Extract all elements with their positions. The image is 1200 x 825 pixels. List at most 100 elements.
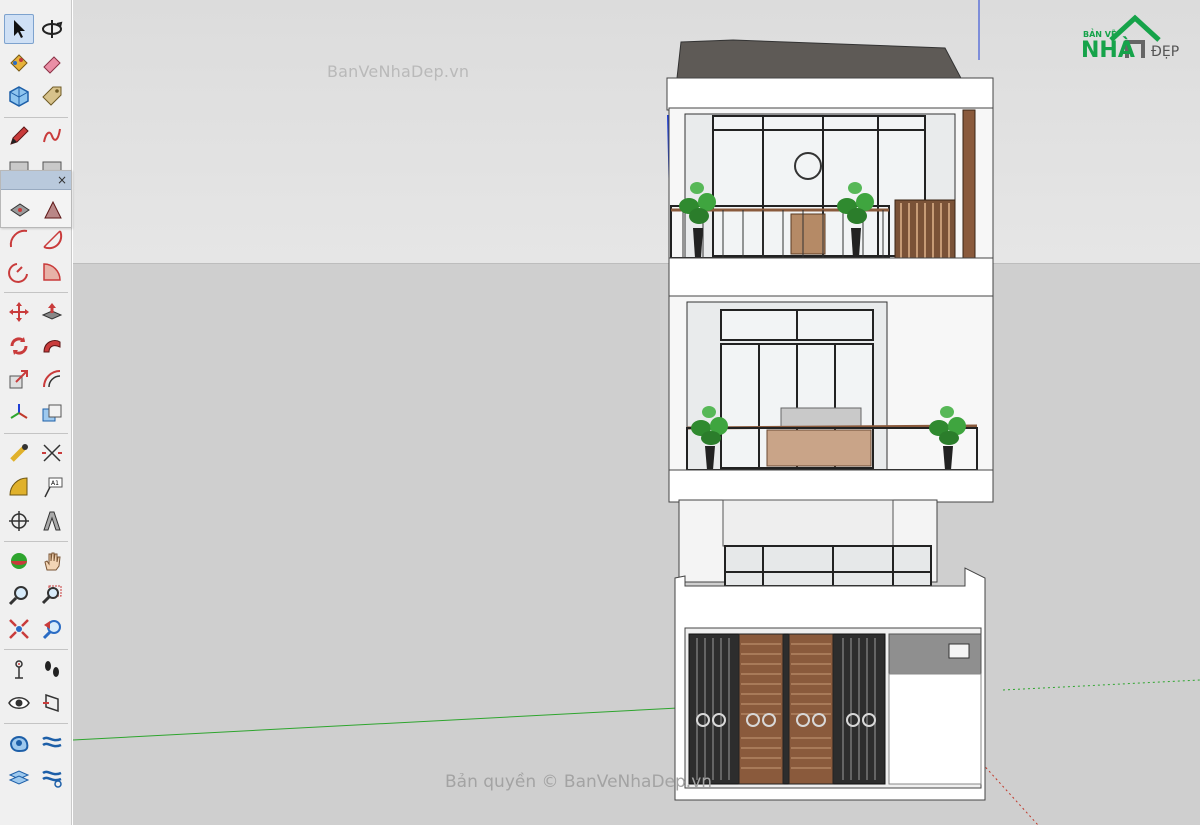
dimension-tool-button[interactable] (37, 438, 67, 468)
arrow-cursor-icon (14, 20, 25, 38)
gate-wood-panel-left (738, 633, 784, 785)
walk-tool-button[interactable] (37, 654, 67, 684)
zoom-extents-tool-button[interactable] (4, 614, 34, 644)
protractor-tool-button[interactable] (4, 472, 34, 502)
drape-icon (10, 203, 30, 217)
three-point-arc-icon (8, 263, 28, 283)
drawing-axes (73, 0, 1200, 825)
eraser-tool-button[interactable] (37, 48, 67, 78)
pie-icon (43, 263, 61, 281)
roof-slab (666, 77, 994, 111)
two-point-arc-icon (43, 230, 63, 250)
zoom-window-icon (41, 585, 62, 605)
tape-measure-tool-button[interactable] (4, 438, 34, 468)
two-point-arc-tool-button[interactable] (37, 224, 67, 254)
axes-reposition-tool-button[interactable] (4, 506, 34, 536)
scale-icon (9, 370, 28, 389)
freehand-tool-button[interactable] (37, 121, 67, 151)
watermark-bottom: Bản quyền © BanVeNhaDep.vn (445, 772, 713, 792)
tape-tag-tool-button[interactable] (37, 81, 67, 111)
orbit-camera-icon (11, 553, 27, 569)
section-plane-tool-button[interactable] (37, 688, 67, 718)
mezzanine-wall (722, 499, 894, 547)
tag-icon (42, 86, 62, 106)
stamp-icon (42, 770, 62, 788)
pan-tool-button[interactable] (37, 546, 67, 576)
floating-toolbar[interactable]: × (0, 170, 72, 228)
sandbox-from-contours-tool-button[interactable] (4, 728, 34, 758)
gate-wood-panel-right (788, 633, 834, 785)
intersect-tool-button[interactable] (37, 398, 67, 428)
select-tool-button[interactable] (4, 14, 34, 44)
flip-edge-icon (44, 200, 62, 219)
side-wall (888, 673, 982, 785)
freehand-icon (43, 128, 61, 143)
make-component-tool-button[interactable] (4, 81, 34, 111)
scale-tool-button[interactable] (4, 364, 34, 394)
second-floor-slab (668, 257, 994, 299)
pie-tool-button[interactable] (37, 257, 67, 287)
zoom-tool-button[interactable] (4, 580, 34, 610)
toolbar-divider (4, 117, 68, 118)
previous-view-icon (42, 620, 61, 640)
roof (676, 39, 964, 83)
component-icon (9, 86, 29, 107)
model-viewport[interactable]: BanVeNhaDep.vn BẢN VẼ NHÀ ĐẸP Bản quyền … (73, 0, 1200, 825)
offset-icon (43, 370, 61, 388)
3d-text-tool-button[interactable] (37, 506, 67, 536)
logo: BẢN VẼ NHÀ ĐẸP (1073, 14, 1193, 66)
axes-tool-button[interactable] (4, 398, 34, 428)
pencil-icon (10, 126, 29, 145)
logo-text-main: NHÀ (1081, 38, 1135, 63)
toolbar-divider (4, 723, 68, 724)
main-gate[interactable] (688, 633, 886, 785)
orbit-camera-tool-button[interactable] (4, 546, 34, 576)
zoom-window-tool-button[interactable] (37, 580, 67, 610)
stamp-tool-button[interactable] (37, 762, 67, 792)
paint-bucket-tool-button[interactable] (4, 48, 34, 78)
push-pull-tool-button[interactable] (37, 297, 67, 327)
three-point-arc-tool-button[interactable] (4, 257, 34, 287)
position-camera-tool-button[interactable] (4, 654, 34, 684)
floating-toolbar-titlebar[interactable]: × (1, 171, 71, 190)
smoove-tool-button[interactable] (4, 762, 34, 792)
move-tool-button[interactable] (4, 297, 34, 327)
axes-icon (10, 404, 28, 419)
offset-tool-button[interactable] (37, 364, 67, 394)
sandbox-flip-edge-tool-button[interactable] (38, 195, 68, 225)
intersect-icon (42, 404, 62, 422)
toolbar-divider (4, 292, 68, 293)
follow-me-icon (43, 339, 61, 353)
crosshair-icon (9, 511, 29, 531)
eraser-icon (43, 56, 61, 74)
arc-tool-button[interactable] (4, 224, 34, 254)
orbit-tool-button[interactable] (37, 14, 67, 44)
rotate-tool-button[interactable] (4, 331, 34, 361)
svg-text:A1: A1 (51, 480, 59, 487)
toolbar-divider (4, 649, 68, 650)
text-tool-button[interactable]: A1 (37, 472, 67, 502)
mezzanine-glazing (724, 545, 932, 587)
rotate-icon (10, 337, 28, 355)
toolbar-divider (4, 433, 68, 434)
smoove-icon (8, 770, 30, 785)
text-icon: A1 (44, 477, 63, 498)
dimension-icon (42, 444, 62, 462)
pencil-line-tool-button[interactable] (4, 121, 34, 151)
watermark-top: BanVeNhaDep.vn (327, 62, 470, 81)
push-pull-icon (41, 303, 63, 320)
position-camera-icon (15, 660, 23, 679)
townhouse-model[interactable] (663, 38, 1003, 808)
section-plane-icon (43, 693, 59, 713)
logo-text-end: ĐẸP (1151, 44, 1180, 60)
follow-me-tool-button[interactable] (37, 331, 67, 361)
look-around-tool-button[interactable] (4, 688, 34, 718)
orbit-icon (42, 20, 63, 38)
tape-measure-icon (10, 444, 28, 462)
sandbox-stamp-tool-button[interactable] (5, 195, 35, 225)
previous-view-tool-button[interactable] (37, 614, 67, 644)
zoom-icon (8, 586, 28, 606)
first-floor-slab (668, 469, 994, 503)
close-icon[interactable]: × (57, 172, 67, 188)
sandbox-from-scratch-tool-button[interactable] (37, 728, 67, 758)
